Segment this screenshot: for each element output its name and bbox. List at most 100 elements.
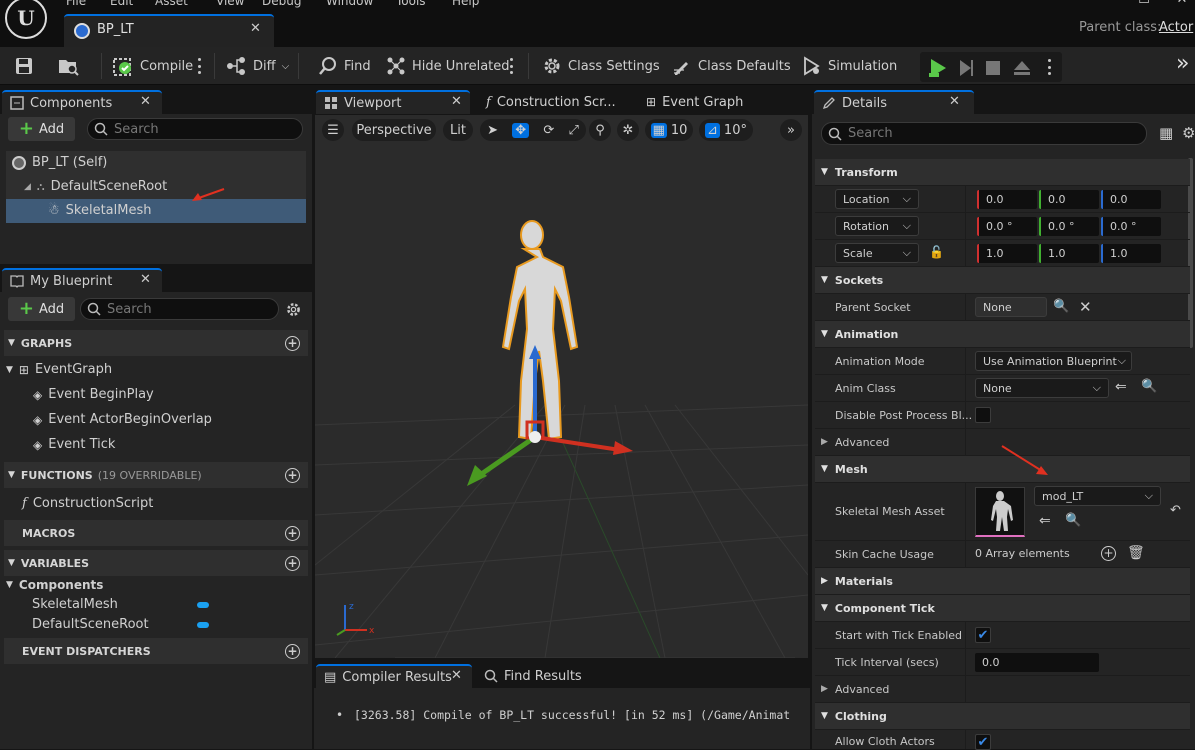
sockets-section[interactable]: ▼ Sockets <box>815 267 1190 294</box>
tab-my-blueprint[interactable]: My Blueprint <box>2 268 162 292</box>
tree-item-self[interactable]: BP_LT (Self) <box>12 155 107 170</box>
tab-components[interactable]: Components <box>2 90 162 114</box>
anim-class-dropdown[interactable]: None ⌵ <box>975 378 1109 398</box>
add-graph-icon[interactable]: + <box>285 335 300 351</box>
unreal-logo[interactable]: U <box>5 0 47 39</box>
tab-event-graph[interactable]: ⊞ Event Graph <box>638 90 798 114</box>
close-window-icon[interactable]: ✕ <box>1172 0 1192 8</box>
location-y-field[interactable]: 0.0 <box>1039 190 1099 209</box>
class-settings-button[interactable]: Class Settings <box>542 52 660 80</box>
tab-viewport[interactable]: Viewport <box>316 90 470 114</box>
viewport-3d[interactable]: z x ☰ Perspective Lit ➤ ✥ ⟳ ⤢ ⚲ ✲ ▦ 10 ⊿… <box>315 115 808 658</box>
add-function-icon[interactable]: + <box>285 467 300 483</box>
browse-button[interactable] <box>57 52 81 80</box>
mesh-thumbnail[interactable] <box>975 487 1025 537</box>
parent-class-link[interactable]: Actor <box>1159 20 1193 35</box>
simulation-button[interactable]: Simulation <box>802 52 897 80</box>
advanced-tick-row[interactable]: ▶ Advanced <box>815 676 1190 703</box>
rotation-x-field[interactable]: 0.0 ° <box>977 217 1037 236</box>
clothing-section[interactable]: ▼ Clothing <box>815 703 1190 730</box>
component-tick-section[interactable]: ▼ Component Tick <box>815 595 1190 622</box>
event-tick-item[interactable]: ◈ Event Tick <box>33 437 115 452</box>
diff-button[interactable]: Diff ⌵ <box>225 52 289 80</box>
collapse-arrow-icon[interactable]: ◢ <box>24 182 31 192</box>
add-macro-icon[interactable]: + <box>285 525 300 541</box>
components-search-input[interactable]: Search <box>87 118 303 140</box>
functions-section-header[interactable]: ▼ FUNCTIONS (19 OVERRIDABLE) + <box>4 462 308 488</box>
browse-asset-icon[interactable]: 🔍 <box>1065 513 1081 528</box>
close-components-icon[interactable]: ✕ <box>140 94 151 109</box>
document-tab[interactable]: BP_LT ✕ <box>64 14 274 47</box>
add-variable-icon[interactable]: + <box>285 555 300 571</box>
compile-options-icon[interactable] <box>198 58 202 74</box>
parent-socket-field[interactable]: None <box>975 297 1047 317</box>
scale-tool-icon[interactable]: ⤢ <box>568 123 578 138</box>
perspective-button[interactable]: Perspective <box>352 119 436 141</box>
step-icon[interactable] <box>956 58 976 78</box>
event-graph-item[interactable]: ▼ ⊞ EventGraph <box>6 362 112 377</box>
rotation-mode-dropdown[interactable]: Rotation ⌵ <box>835 216 919 236</box>
scale-x-field[interactable]: 1.0 <box>977 244 1037 263</box>
eject-icon[interactable] <box>1012 58 1032 78</box>
menu-help[interactable]: Help <box>452 0 479 8</box>
add-member-button[interactable]: + Add <box>8 297 75 321</box>
class-defaults-button[interactable]: Class Defaults <box>672 52 791 80</box>
tree-item-skeletal-mesh[interactable]: ☃ SkeletalMesh <box>48 203 151 218</box>
skeletal-mesh-asset-dropdown[interactable]: mod_LT ⌵ <box>1034 486 1161 506</box>
start-tick-checkbox[interactable]: ✔ <box>975 627 991 643</box>
my-blueprint-search-input[interactable]: Search <box>80 298 279 320</box>
maximize-icon[interactable]: ☐ <box>1134 0 1154 8</box>
materials-section[interactable]: ▶ Materials <box>815 568 1190 595</box>
details-search-input[interactable]: Search <box>821 122 1147 145</box>
variable-item[interactable]: DefaultSceneRoot <box>32 617 149 632</box>
menu-edit[interactable]: Edit <box>110 0 133 8</box>
hide-unrelated-options-icon[interactable] <box>510 58 514 74</box>
play-icon[interactable] <box>927 57 949 79</box>
close-details-icon[interactable]: ✕ <box>949 94 960 109</box>
disable-post-process-checkbox[interactable] <box>975 407 991 423</box>
play-options-icon[interactable] <box>1048 59 1052 75</box>
browse-socket-icon[interactable]: 🔍 <box>1053 299 1069 314</box>
compiler-message[interactable]: [3263.58] Compile of BP_LT successful! [… <box>354 708 790 722</box>
menu-asset[interactable]: Asset <box>155 0 188 8</box>
lock-icon[interactable]: 🔓 <box>929 245 944 259</box>
settings-gear-icon[interactable]: ⚙ <box>1182 124 1195 142</box>
menu-window[interactable]: Window <box>326 0 373 8</box>
add-component-button[interactable]: + Add <box>8 117 75 141</box>
scale-mode-dropdown[interactable]: Scale ⌵ <box>835 243 919 263</box>
animation-section[interactable]: ▼ Animation <box>815 321 1190 348</box>
minimize-icon[interactable]: — <box>1096 0 1116 8</box>
add-dispatcher-icon[interactable]: + <box>285 643 300 659</box>
close-viewport-icon[interactable]: ✕ <box>451 94 462 109</box>
allow-cloth-checkbox[interactable]: ✔ <box>975 734 991 750</box>
variable-item[interactable]: SkeletalMesh <box>32 597 118 612</box>
grid-snap-button[interactable]: ▦ 10 <box>645 119 693 141</box>
scale-y-field[interactable]: 1.0 <box>1039 244 1099 263</box>
animation-mode-dropdown[interactable]: Use Animation Blueprint ⌵ <box>975 351 1132 371</box>
tab-compiler-results[interactable]: ▤ Compiler Results <box>316 664 472 688</box>
scale-z-field[interactable]: 1.0 <box>1101 244 1161 263</box>
graphs-section-header[interactable]: ▼ GRAPHS + <box>4 330 308 356</box>
components-category[interactable]: ▼ Components <box>6 578 103 592</box>
tab-find-results[interactable]: Find Results <box>476 664 626 688</box>
toolbar-overflow-icon[interactable]: » <box>1176 51 1189 76</box>
construction-script-item[interactable]: f ConstructionScript <box>22 496 153 511</box>
rotation-y-field[interactable]: 0.0 ° <box>1039 217 1099 236</box>
move-tool-icon[interactable]: ✥ <box>512 122 530 138</box>
hide-unrelated-button[interactable]: Hide Unrelated <box>386 52 510 80</box>
location-x-field[interactable]: 0.0 <box>977 190 1037 209</box>
settings-gear-icon[interactable] <box>285 301 302 318</box>
surface-snap-button[interactable]: ✲ <box>617 119 639 141</box>
world-local-button[interactable]: ⚲ <box>589 119 611 141</box>
property-matrix-icon[interactable]: ▦ <box>1159 124 1173 142</box>
menu-file[interactable]: File <box>66 0 86 8</box>
tab-construction-script[interactable]: f Construction Scr... <box>478 90 638 114</box>
event-dispatchers-section-header[interactable]: EVENT DISPATCHERS + <box>4 638 308 664</box>
close-tab-icon[interactable]: ✕ <box>250 21 261 36</box>
select-cursor-icon[interactable]: ➤ <box>487 123 498 138</box>
compile-button[interactable]: Compile <box>112 52 193 80</box>
stop-icon[interactable] <box>984 59 1002 77</box>
browse-asset-icon[interactable]: 🔍 <box>1141 379 1157 394</box>
tree-item-default-scene-root[interactable]: ◢ ⛬ DefaultSceneRoot <box>24 179 167 194</box>
close-compiler-results-icon[interactable]: ✕ <box>451 668 462 683</box>
